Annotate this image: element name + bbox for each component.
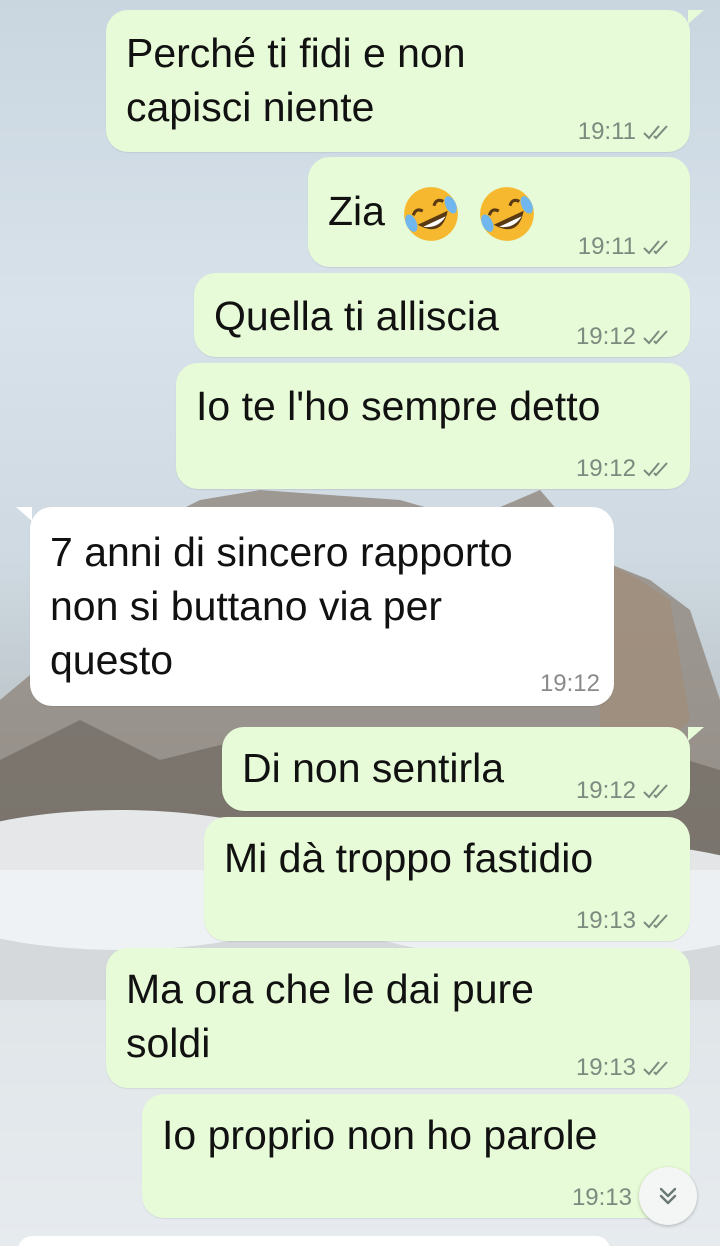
- double-check-icon: [643, 914, 668, 929]
- message-bubble-outgoing[interactable]: Io te l'ho sempre detto 19:12: [176, 363, 690, 489]
- double-check-icon: [643, 462, 668, 477]
- message-meta: 19:11: [578, 118, 672, 146]
- message-time: 19:12: [575, 777, 636, 804]
- double-check-icon: [643, 1061, 668, 1076]
- message-meta: 19:13: [572, 1184, 632, 1212]
- rolling-on-floor-laughing-emoji: [404, 187, 459, 241]
- message-bubble-outgoing[interactable]: Mi dà troppo fastidio 19:13: [204, 817, 690, 941]
- message-meta: 19:12: [540, 670, 600, 698]
- message-bubble-incoming-partial[interactable]: [18, 1236, 610, 1246]
- message-time: 19:12: [539, 670, 600, 697]
- bubble-tail: [16, 507, 32, 521]
- message-bubble-outgoing[interactable]: Di non sentirla 19:12: [222, 727, 704, 811]
- double-chevron-down-icon: [659, 1187, 677, 1205]
- double-check-icon: [643, 125, 668, 140]
- message-bubble-outgoing[interactable]: Io proprio non ho parole 19:13: [142, 1094, 690, 1218]
- message-time: 19:13: [575, 907, 636, 934]
- message-meta: 19:13: [576, 1054, 672, 1082]
- message-time: 19:13: [571, 1184, 632, 1211]
- message-meta: 19:11: [578, 233, 672, 261]
- message-bubble-outgoing[interactable]: Ma ora che le dai pure soldi 19:13: [106, 948, 690, 1088]
- message-meta: 19:12: [576, 455, 672, 483]
- message-bubble-incoming[interactable]: 7 anni di sincero rapporto non si buttan…: [16, 507, 614, 706]
- message-bubble-outgoing[interactable]: Zia 19:11: [308, 157, 690, 267]
- message-time: 19:12: [575, 455, 636, 482]
- message-text: Mi dà troppo fastidio: [224, 835, 594, 881]
- message-text: Zia: [328, 187, 385, 234]
- message-bubble-outgoing[interactable]: Perché ti fidi e non capisci niente 19:1…: [106, 10, 704, 152]
- bubble-tail: [688, 727, 704, 741]
- double-check-icon: [643, 240, 668, 255]
- message-time: 19:12: [575, 323, 636, 350]
- message-bubble-outgoing[interactable]: Quella ti alliscia 19:12: [194, 273, 690, 357]
- double-check-icon: [643, 330, 668, 345]
- message-text: Io proprio non ho parole: [162, 1112, 598, 1158]
- bubble-tail: [688, 10, 704, 24]
- message-time: 19:13: [575, 1054, 636, 1081]
- scroll-to-bottom-button[interactable]: [639, 1167, 697, 1225]
- message-meta: 19:13: [576, 907, 672, 935]
- message-text: Io te l'ho sempre detto: [196, 383, 601, 429]
- message-meta: 19:12: [576, 777, 672, 805]
- message-time: 19:11: [577, 118, 636, 145]
- message-time: 19:11: [577, 233, 636, 260]
- message-text: 7 anni di sincero rapporto non si buttan…: [50, 529, 513, 683]
- rolling-on-floor-laughing-emoji: [479, 187, 534, 241]
- message-meta: 19:12: [576, 323, 672, 351]
- double-check-icon: [643, 784, 668, 799]
